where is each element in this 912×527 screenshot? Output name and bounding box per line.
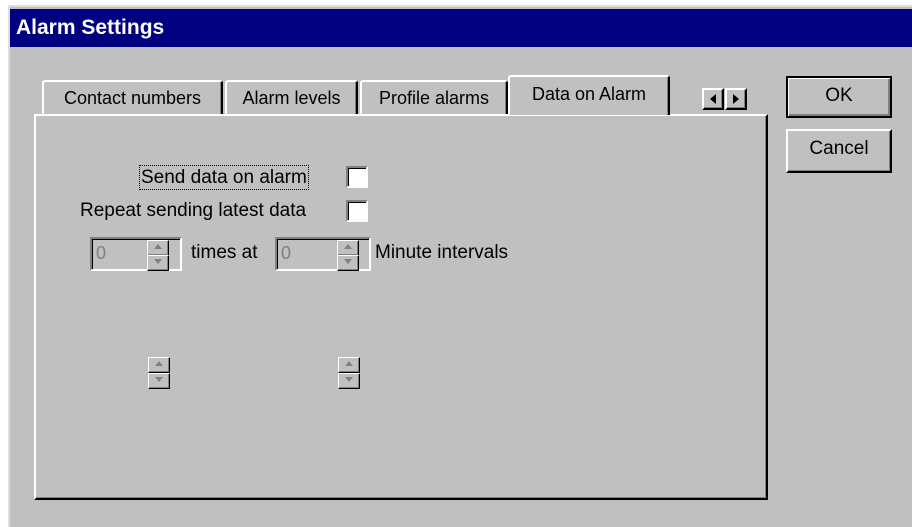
tab-scroll-right-button[interactable] (725, 88, 747, 110)
tab-label: Data on Alarm (531, 84, 647, 104)
orphan-spin-down-1 (148, 373, 170, 389)
tab-label: Profile alarms (378, 88, 490, 108)
cancel-button-label: Cancel (809, 138, 869, 159)
down-arrow-icon (155, 377, 163, 382)
repeat-sending-label: Repeat sending latest data (80, 200, 307, 221)
interval-spin-up[interactable] (337, 240, 359, 256)
tab-label: Alarm levels (242, 88, 341, 108)
interval-spin-down[interactable] (337, 255, 359, 271)
window-title: Alarm Settings (16, 16, 165, 39)
arrow-right-icon (733, 94, 739, 104)
tab-contact-numbers[interactable]: Contact numbers (42, 80, 223, 116)
times-at-label: times at (191, 242, 258, 263)
tab-data-on-alarm[interactable]: Data on Alarm (508, 75, 670, 115)
tab-label: Contact numbers (63, 88, 202, 108)
down-arrow-icon (344, 259, 352, 264)
times-spin-down[interactable] (147, 255, 169, 271)
title-bar: Alarm Settings (10, 9, 912, 47)
arrow-left-icon (710, 94, 716, 104)
times-spin-up[interactable] (147, 240, 169, 256)
tab-scroll-left-button[interactable] (702, 88, 724, 110)
repeat-sending-checkbox[interactable] (346, 200, 368, 222)
send-data-checkbox[interactable] (346, 166, 368, 188)
up-arrow-icon (344, 244, 352, 249)
times-value: 0 (96, 243, 107, 263)
cancel-button[interactable]: Cancel (786, 129, 892, 173)
ok-button-label: OK (825, 85, 853, 106)
orphan-spin-up-1 (148, 357, 170, 373)
down-arrow-icon (345, 377, 353, 382)
up-arrow-icon (345, 361, 353, 366)
up-arrow-icon (154, 244, 162, 249)
ok-button[interactable]: OK (786, 76, 892, 118)
tab-profile-alarms[interactable]: Profile alarms (360, 80, 508, 116)
up-arrow-icon (155, 361, 163, 366)
orphan-spin-up-2 (338, 357, 360, 373)
interval-value: 0 (281, 243, 292, 263)
send-data-label: Send data on alarm (139, 165, 309, 190)
minute-intervals-label: Minute intervals (375, 242, 509, 263)
tab-alarm-levels[interactable]: Alarm levels (225, 80, 358, 116)
down-arrow-icon (154, 259, 162, 264)
orphan-spin-down-2 (338, 373, 360, 389)
